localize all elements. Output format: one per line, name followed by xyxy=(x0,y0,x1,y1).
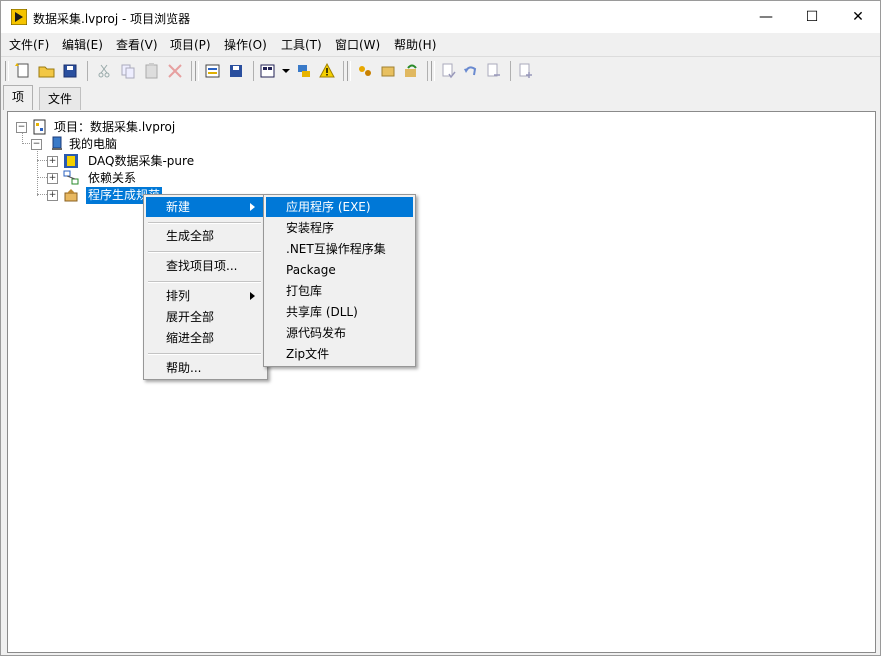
undo-icon[interactable] xyxy=(462,62,480,80)
collapse-icon[interactable]: − xyxy=(31,139,42,150)
submenu-source-distribution[interactable]: 源代码发布 xyxy=(266,323,413,343)
warning-icon[interactable] xyxy=(318,62,336,80)
toolbar-grip-2[interactable] xyxy=(195,61,199,81)
computer-icon xyxy=(52,136,62,150)
ctx-new-label: 新建 xyxy=(166,200,191,214)
submenu-arrow-icon xyxy=(250,203,255,211)
tree-node-my-computer[interactable]: − 我的电脑 xyxy=(31,136,231,153)
menu-view[interactable]: 查看(V) xyxy=(116,36,158,53)
close-button[interactable]: ✕ xyxy=(835,1,881,33)
tree-label-daq: DAQ数据采集-pure xyxy=(88,154,195,168)
title-bar: 数据采集.lvproj - 项目浏览器 — ☐ ✕ xyxy=(1,1,880,33)
library-icon xyxy=(64,154,78,168)
save-icon[interactable] xyxy=(227,62,245,80)
toolbar-grip-4[interactable] xyxy=(431,61,435,81)
copy-icon[interactable] xyxy=(119,62,137,80)
tree-node-project[interactable]: − 项目：数据采集.lvproj xyxy=(16,119,216,136)
ctx-build-all[interactable]: 生成全部 xyxy=(146,226,265,246)
checkout-icon[interactable] xyxy=(485,62,503,80)
dropdown-arrow-icon[interactable] xyxy=(277,62,295,80)
ctx-expand-all[interactable]: 展开全部 xyxy=(146,307,265,327)
tree-node-dependencies[interactable]: + 依赖关系 xyxy=(47,170,247,187)
submenu-zip-file[interactable]: Zip文件 xyxy=(266,344,413,364)
menu-operate[interactable]: 操作(O) xyxy=(224,36,267,53)
submenu-dotnet-interop[interactable]: .NET互操作程序集 xyxy=(266,239,413,259)
submenu-package[interactable]: Package xyxy=(266,260,413,280)
cut-icon[interactable] xyxy=(95,62,113,80)
collapse-icon[interactable]: − xyxy=(16,122,27,133)
menu-bar: 文件(F) 编辑(E) 查看(V) 项目(P) 操作(O) 工具(T) 窗口(W… xyxy=(1,33,880,55)
tree-label-dependencies: 依赖关系 xyxy=(88,171,137,185)
project-explorer-window: 数据采集.lvproj - 项目浏览器 — ☐ ✕ 文件(F) 编辑(E) 查看… xyxy=(0,0,881,656)
delete-icon[interactable] xyxy=(166,62,184,80)
menu-file[interactable]: 文件(F) xyxy=(9,36,49,53)
build-spec-icon xyxy=(64,189,78,202)
submenu-application-exe[interactable]: 应用程序 (EXE) xyxy=(266,197,413,217)
tree-label-my-computer: 我的电脑 xyxy=(69,137,118,151)
menu-help[interactable]: 帮助(H) xyxy=(394,36,436,53)
tree-node-daq[interactable]: + DAQ数据采集-pure xyxy=(47,153,247,170)
expand-icon[interactable]: + xyxy=(47,173,58,184)
ctx-find-project-items[interactable]: 查找项目项... xyxy=(146,256,265,276)
view-icon[interactable] xyxy=(259,62,277,80)
project-icon xyxy=(33,119,46,135)
tab-files[interactable]: 文件 xyxy=(39,87,82,110)
menu-project[interactable]: 项目(P) xyxy=(170,36,211,53)
view-tabs: 项 文件 xyxy=(1,85,880,110)
open-folder-icon[interactable] xyxy=(38,62,56,80)
ctx-new[interactable]: 新建 xyxy=(146,197,265,217)
deploy-icon[interactable] xyxy=(379,62,397,80)
window-title: 数据采集.lvproj - 项目浏览器 xyxy=(33,12,191,26)
minimize-button[interactable]: — xyxy=(743,1,789,33)
ctx-arrange[interactable]: 排列 xyxy=(146,286,265,306)
submenu-installer[interactable]: 安装程序 xyxy=(266,218,413,238)
expand-icon[interactable]: + xyxy=(47,156,58,167)
tree-label-project: 项目：数据采集.lvproj xyxy=(54,120,176,134)
tools-icon[interactable] xyxy=(295,62,313,80)
save-all-icon[interactable] xyxy=(61,62,79,80)
context-menu: 新建 生成全部 查找项目项... 排列 展开全部 缩进全部 帮助... xyxy=(143,194,268,380)
project-tree: − 项目：数据采集.lvproj − 我的电脑 + DAQ数据采集-pure +… xyxy=(7,111,876,653)
paste-icon[interactable] xyxy=(143,62,161,80)
toolbar-grip[interactable] xyxy=(5,61,9,81)
project-properties-icon[interactable] xyxy=(204,62,222,80)
new-file-icon[interactable] xyxy=(14,62,32,80)
ctx-collapse-all[interactable]: 缩进全部 xyxy=(146,328,265,348)
submenu-shared-library-dll[interactable]: 共享库 (DLL) xyxy=(266,302,413,322)
toolbar xyxy=(1,56,880,85)
submenu-arrow-icon xyxy=(250,292,255,300)
tab-items[interactable]: 项 xyxy=(3,85,34,110)
ctx-help[interactable]: 帮助... xyxy=(146,358,265,378)
ctx-arrange-label: 排列 xyxy=(166,289,191,303)
maximize-button[interactable]: ☐ xyxy=(789,1,835,33)
submenu-packed-library[interactable]: 打包库 xyxy=(266,281,413,301)
source-control-icon[interactable] xyxy=(440,62,458,80)
expand-icon[interactable]: + xyxy=(47,190,58,201)
refresh-icon[interactable] xyxy=(402,62,420,80)
menu-edit[interactable]: 编辑(E) xyxy=(62,36,103,53)
build-icon[interactable] xyxy=(356,62,374,80)
toolbar-grip-3[interactable] xyxy=(347,61,351,81)
dependencies-icon xyxy=(63,170,79,185)
labview-app-icon xyxy=(11,9,27,25)
add-icon[interactable] xyxy=(517,62,535,80)
new-submenu: 应用程序 (EXE) 安装程序 .NET互操作程序集 Package 打包库 共… xyxy=(263,194,416,367)
menu-tools[interactable]: 工具(T) xyxy=(281,36,322,53)
menu-window[interactable]: 窗口(W) xyxy=(335,36,380,53)
